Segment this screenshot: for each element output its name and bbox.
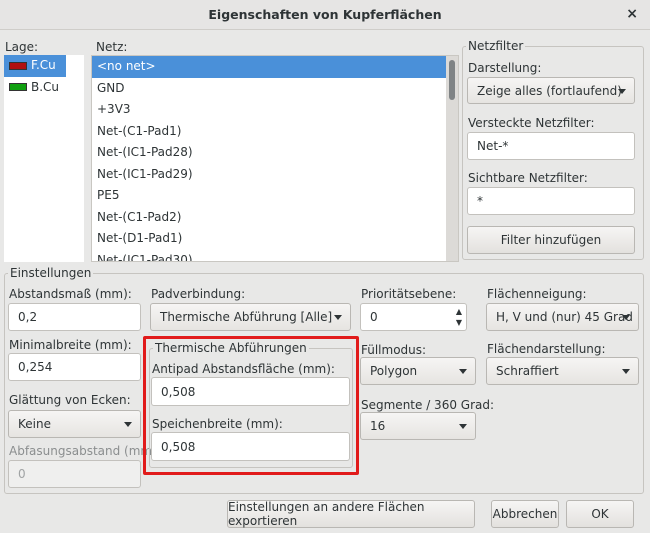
list-item[interactable]: <no net> xyxy=(92,56,446,78)
layer-list[interactable]: F.Cu B.Cu xyxy=(4,55,84,262)
chevron-down-icon xyxy=(459,369,467,374)
chevron-down-icon xyxy=(334,315,342,320)
layer-color-swatch xyxy=(9,83,27,91)
window-title: Eigenschaften von Kupferflächen xyxy=(208,7,442,22)
chevron-down-icon xyxy=(622,315,630,320)
layer-color-swatch xyxy=(9,61,27,70)
display-label: Darstellung: xyxy=(468,61,542,75)
chevron-down-icon xyxy=(618,88,626,94)
priority-spinbox[interactable]: 0 ▲ ▼ xyxy=(360,303,467,331)
scrollbar-thumb[interactable] xyxy=(449,60,455,100)
outline-label: Flächendarstellung: xyxy=(487,342,606,356)
pad-connection-select[interactable]: Thermische Abführung [Alle] xyxy=(150,303,351,331)
fill-mode-select[interactable]: Polygon xyxy=(360,357,476,385)
netfilter-title: Netzfilter xyxy=(466,39,526,53)
thermal-title: Thermische Abführungen xyxy=(153,341,309,355)
priority-label: Prioritätsebene: xyxy=(361,287,457,301)
settings-title: Einstellungen xyxy=(8,266,94,280)
add-filter-button[interactable]: Filter hinzufügen xyxy=(467,226,635,254)
minwidth-input[interactable]: 0,254 xyxy=(8,353,141,381)
layer-item-bcu[interactable]: B.Cu xyxy=(4,77,84,99)
corner-smoothing-select[interactable]: Keine xyxy=(8,410,141,438)
title-bar: Eigenschaften von Kupferflächen × xyxy=(0,0,650,30)
list-item[interactable]: Net-(IC1-Pad28) xyxy=(92,142,446,164)
slope-select[interactable]: H, V und (nur) 45 Grad xyxy=(486,303,639,331)
minwidth-label: Minimalbreite (mm): xyxy=(9,338,132,352)
fill-mode-label: Füllmodus: xyxy=(361,343,427,357)
cancel-button[interactable]: Abbrechen xyxy=(491,500,559,528)
net-list[interactable]: <no net> GND +3V3 Net-(C1-Pad1) Net-(IC1… xyxy=(91,55,459,262)
net-label: Netz: xyxy=(96,40,128,54)
ok-button[interactable]: OK xyxy=(566,500,634,528)
spoke-width-label: Speichenbreite (mm): xyxy=(152,417,283,431)
hidden-filter-input[interactable]: Net-* xyxy=(467,132,635,160)
layer-item-fcu[interactable]: F.Cu xyxy=(4,55,66,77)
spoke-width-input[interactable]: 0,508 xyxy=(151,432,350,461)
list-item[interactable]: Net-(C1-Pad2) xyxy=(92,207,446,229)
slope-label: Flächenneigung: xyxy=(487,287,587,301)
outline-select[interactable]: Schraffiert xyxy=(486,357,639,385)
list-item[interactable]: Net-(C1-Pad1) xyxy=(92,121,446,143)
list-item[interactable]: Net-(IC1-Pad29) xyxy=(92,164,446,186)
list-item[interactable]: GND xyxy=(92,78,446,100)
layer-label: Lage: xyxy=(5,40,39,54)
list-item[interactable]: Net-(IC1-Pad30) xyxy=(92,250,446,262)
list-item[interactable]: PE5 xyxy=(92,185,446,207)
visible-filter-label: Sichtbare Netzfilter: xyxy=(468,171,588,185)
antipad-input[interactable]: 0,508 xyxy=(151,377,350,406)
list-item[interactable]: +3V3 xyxy=(92,99,446,121)
pad-connection-label: Padverbindung: xyxy=(151,287,246,301)
segments-label: Segmente / 360 Grad: xyxy=(361,398,495,412)
visible-filter-input[interactable]: * xyxy=(467,187,635,215)
clearance-input[interactable]: 0,2 xyxy=(8,303,141,331)
close-icon[interactable]: × xyxy=(626,6,638,22)
spin-up-icon[interactable]: ▲ xyxy=(456,307,462,317)
chevron-down-icon xyxy=(622,369,630,374)
spin-down-icon[interactable]: ▼ xyxy=(456,318,462,328)
segments-select[interactable]: 16 xyxy=(360,412,476,440)
chevron-down-icon xyxy=(124,422,132,427)
list-item[interactable]: Net-(D1-Pad1) xyxy=(92,228,446,250)
hidden-filter-label: Versteckte Netzfilter: xyxy=(468,116,595,130)
antipad-label: Antipad Abstandsfläche (mm): xyxy=(152,362,335,376)
chamfer-input[interactable]: 0 xyxy=(8,460,141,488)
chamfer-label: Abfasungsabstand (mm): xyxy=(9,444,161,458)
chevron-down-icon xyxy=(459,424,467,429)
corner-smoothing-label: Glättung von Ecken: xyxy=(9,393,131,407)
export-settings-button[interactable]: Einstellungen an andere Flächen exportie… xyxy=(227,500,475,528)
net-list-scrollbar[interactable] xyxy=(446,56,458,261)
display-select[interactable]: Zeige alles (fortlaufend) xyxy=(467,77,635,104)
clearance-label: Abstandsmaß (mm): xyxy=(9,287,132,301)
